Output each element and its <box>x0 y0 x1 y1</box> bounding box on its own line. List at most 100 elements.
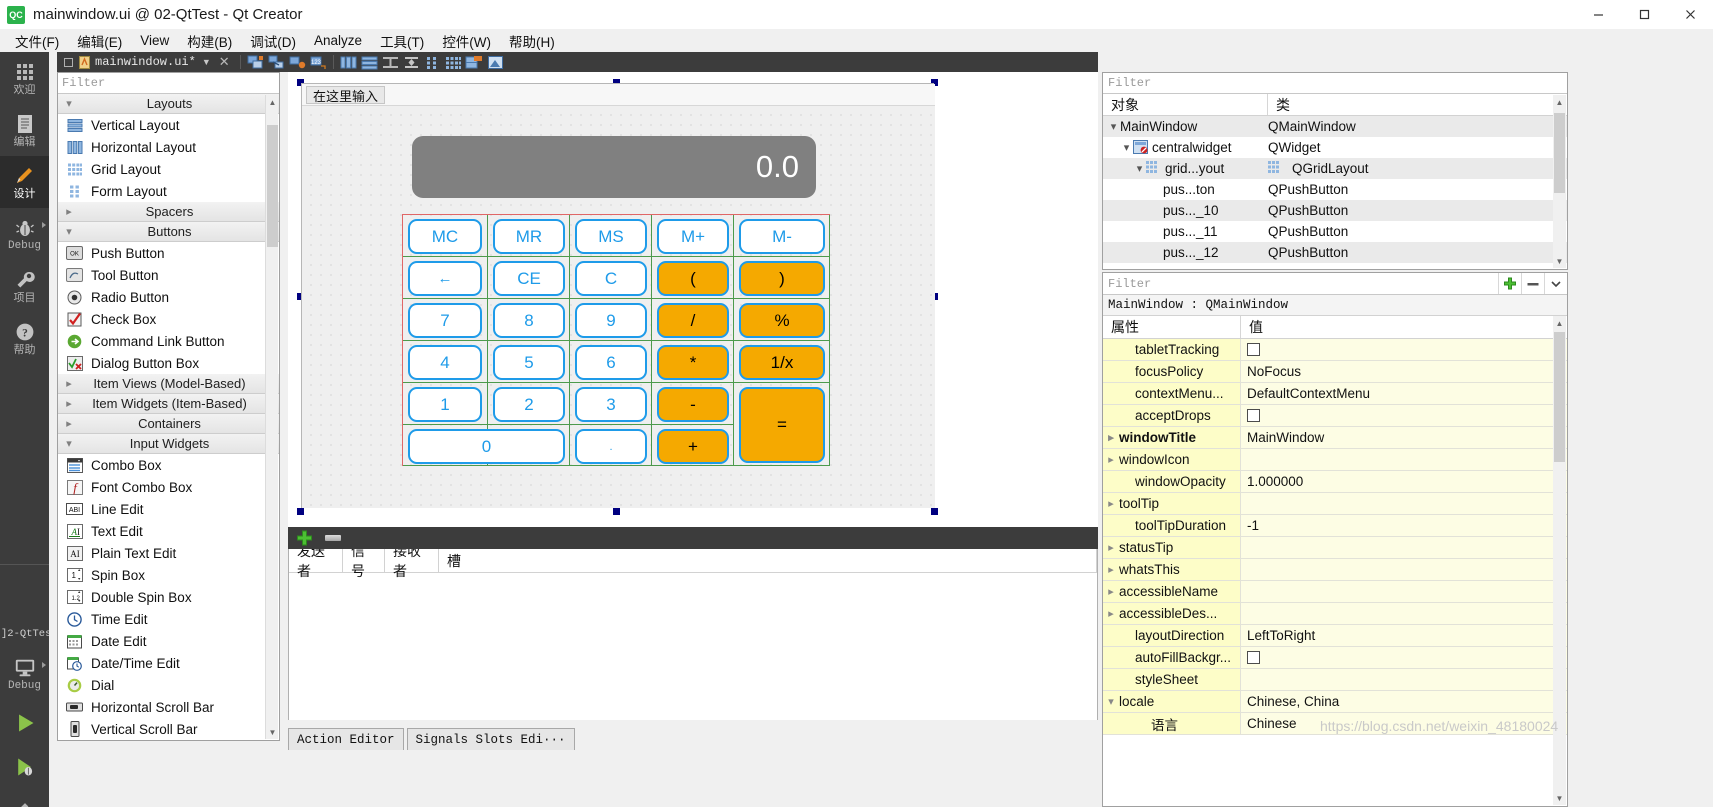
property-value[interactable] <box>1241 581 1567 602</box>
button-1[interactable]: 1 <box>408 387 482 422</box>
layout-splitter-h-icon[interactable] <box>381 54 400 71</box>
menu-analyze[interactable]: Analyze <box>305 31 371 50</box>
menu-view[interactable]: View <box>131 31 178 50</box>
chevron-down-icon[interactable]: ▼ <box>1553 254 1566 268</box>
chevron-down-icon[interactable]: ▼ <box>202 57 211 67</box>
chevron-down-icon[interactable]: ▾ <box>1120 141 1133 154</box>
close-icon[interactable]: ✕ <box>219 54 230 70</box>
scrollbar-thumb[interactable] <box>1554 332 1565 462</box>
plus-green-icon[interactable] <box>1498 273 1521 294</box>
tab-signals-slots-editor[interactable]: Signals Slots Edi··· <box>406 728 575 750</box>
property-value[interactable] <box>1241 669 1567 690</box>
menu-help[interactable]: 帮助(H) <box>500 29 564 53</box>
plus-icon[interactable] <box>296 530 313 547</box>
edit-tab-order-icon[interactable]: 123 <box>309 54 328 71</box>
widget-item-time-edit[interactable]: Time Edit <box>58 608 279 630</box>
property-value[interactable]: MainWindow <box>1241 427 1567 448</box>
widget-item-tool-button[interactable]: Tool Button <box>58 264 279 286</box>
widget-group-layouts[interactable]: ▾ Layouts <box>58 94 279 114</box>
menu-debug[interactable]: 调试(D) <box>241 29 305 53</box>
button-ce[interactable]: CE <box>493 261 565 296</box>
chevron-down-icon[interactable]: ▼ <box>266 725 279 739</box>
adjust-size-icon[interactable] <box>486 54 505 71</box>
property-value[interactable] <box>1241 449 1567 470</box>
mode-debug[interactable]: Debug <box>0 208 49 260</box>
object-row-gridlayout[interactable]: ▾ grid...yout QGridLayout <box>1103 158 1567 179</box>
button-ms[interactable]: MS <box>575 219 647 254</box>
object-row-pushbutton-10[interactable]: pus..._10 QPushButton <box>1103 200 1567 221</box>
button-8[interactable]: 8 <box>493 303 565 338</box>
widget-item-line-edit[interactable]: ABI Line Edit <box>58 498 279 520</box>
chevron-right-icon[interactable]: ▸ <box>1103 497 1119 510</box>
property-value[interactable]: -1 <box>1241 515 1567 536</box>
form-central-widget[interactable]: 0.0 MC MR MS M+ M- ← CE C () 7 8 9 / % … <box>302 106 935 508</box>
object-inspector-filter[interactable]: Filter <box>1103 73 1567 94</box>
widget-item-text-edit[interactable]: AI Text Edit <box>58 520 279 542</box>
menu-tools[interactable]: 工具(T) <box>371 29 433 53</box>
scrollbar-thumb[interactable] <box>1554 113 1565 193</box>
chevron-down-icon[interactable]: ▾ <box>1107 120 1120 133</box>
property-row-windowOpacity[interactable]: windowOpacity 1.000000 <box>1103 471 1567 493</box>
chevron-up-icon[interactable]: ▲ <box>1553 316 1566 330</box>
edit-signals-slots-icon[interactable] <box>267 54 286 71</box>
button-percent[interactable]: % <box>739 303 825 338</box>
menu-type-here-placeholder[interactable]: 在这里输入 <box>306 86 386 104</box>
button-equals[interactable]: = <box>739 387 825 463</box>
widget-box-filter[interactable]: Filter <box>58 73 279 94</box>
property-row-toolTipDuration[interactable]: toolTipDuration -1 <box>1103 515 1567 537</box>
column-slot[interactable]: 槽 <box>439 549 1097 572</box>
chevron-config-icon[interactable] <box>1544 273 1567 294</box>
target-selector[interactable]: Debug <box>0 648 49 700</box>
selection-handle[interactable] <box>613 508 620 515</box>
menu-edit[interactable]: 编辑(E) <box>68 29 131 53</box>
widget-item-radio-button[interactable]: Radio Button <box>58 286 279 308</box>
widget-item-font-combo-box[interactable]: f Font Combo Box <box>58 476 279 498</box>
button-close-paren[interactable]: ) <box>739 261 825 296</box>
property-row-windowTitle[interactable]: ▸ windowTitle MainWindow <box>1103 427 1567 449</box>
button-c[interactable]: C <box>575 261 647 296</box>
chevron-right-icon[interactable]: ▸ <box>1103 563 1119 576</box>
minimize-button[interactable] <box>1575 0 1621 29</box>
button-divide[interactable]: / <box>657 303 729 338</box>
widget-item-plain-text-edit[interactable]: AI Plain Text Edit <box>58 542 279 564</box>
button-mc[interactable]: MC <box>408 219 482 254</box>
property-checkbox[interactable] <box>1247 651 1260 664</box>
property-row-contextMenuPolicy[interactable]: contextMenu... DefaultContextMenu <box>1103 383 1567 405</box>
button-open-paren[interactable]: ( <box>657 261 729 296</box>
property-row-windowIcon[interactable]: ▸ windowIcon <box>1103 449 1567 471</box>
chevron-right-icon[interactable]: ▸ <box>1103 431 1119 444</box>
start-debugging-button[interactable] <box>0 746 49 788</box>
form-editor-canvas[interactable]: 在这里输入 0.0 MC MR MS M+ M- ← CE C () 7 8 … <box>288 72 1098 527</box>
button-5[interactable]: 5 <box>493 345 565 380</box>
widget-item-vertical-layout[interactable]: Vertical Layout <box>58 114 279 136</box>
mode-help[interactable]: ? 帮助 <box>0 312 49 364</box>
button-7[interactable]: 7 <box>408 303 482 338</box>
property-value[interactable] <box>1241 603 1567 624</box>
button-4[interactable]: 4 <box>408 345 482 380</box>
button-mr[interactable]: MR <box>493 219 565 254</box>
button-m-plus[interactable]: M+ <box>657 219 729 254</box>
widget-item-horizontal-scroll-bar[interactable]: Horizontal Scroll Bar <box>58 696 279 718</box>
mode-projects[interactable]: 项目 <box>0 260 49 312</box>
widget-item-date-edit[interactable]: Date Edit <box>58 630 279 652</box>
layout-horizontal-icon[interactable] <box>339 54 358 71</box>
property-row-toolTip[interactable]: ▸ toolTip <box>1103 493 1567 515</box>
property-row-layoutDirection[interactable]: layoutDirection LeftToRight <box>1103 625 1567 647</box>
menu-build[interactable]: 构建(B) <box>178 29 241 53</box>
column-signal[interactable]: 信号 <box>343 549 385 579</box>
chevron-down-icon[interactable]: ▼ <box>1553 791 1566 805</box>
column-value[interactable]: 值 <box>1241 316 1567 338</box>
button-2[interactable]: 2 <box>493 387 565 422</box>
widget-item-horizontal-layout[interactable]: Horizontal Layout <box>58 136 279 158</box>
widget-group-spacers[interactable]: ▸ Spacers <box>58 202 279 222</box>
widget-group-buttons[interactable]: ▾ Buttons <box>58 222 279 242</box>
chevron-up-icon[interactable]: ▲ <box>266 95 279 109</box>
button-9[interactable]: 9 <box>575 303 647 338</box>
tab-action-editor[interactable]: Action Editor <box>288 728 404 750</box>
property-value[interactable] <box>1241 559 1567 580</box>
column-object[interactable]: 对象 <box>1103 94 1268 115</box>
break-layout-icon[interactable] <box>465 54 484 71</box>
mode-design[interactable]: 设计 <box>0 156 49 208</box>
property-row-statusTip[interactable]: ▸ statusTip <box>1103 537 1567 559</box>
widget-group-input-widgets[interactable]: ▾ Input Widgets <box>58 434 279 454</box>
